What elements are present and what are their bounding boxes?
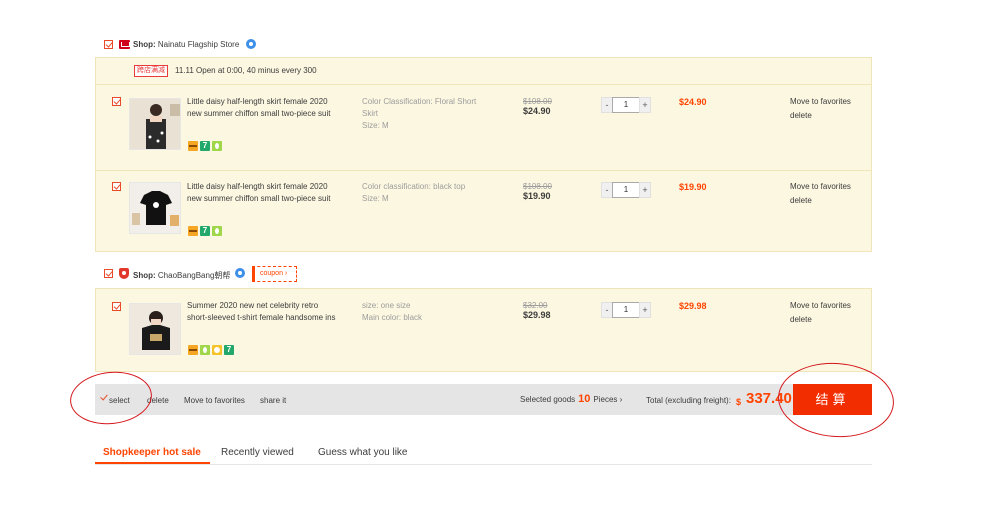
shop-name-text: Nainatu Flagship Store (157, 40, 240, 49)
shop-name-text: ChaoBangBang朝帮 (157, 271, 231, 280)
tab-recently-viewed[interactable]: Recently viewed (221, 447, 294, 458)
shop-prefix: Shop: (133, 40, 156, 49)
select-all-checkbox[interactable] (99, 393, 109, 403)
original-price: $108.00 (523, 182, 552, 191)
original-price: $108.00 (523, 97, 552, 106)
product-title[interactable]: Summer 2020 new net celebrity retro shor… (187, 300, 337, 324)
item-checkbox[interactable] (112, 302, 121, 311)
quantity-increase-button[interactable]: + (639, 182, 651, 198)
currency-symbol: $ (736, 397, 742, 407)
move-to-favorites-link[interactable]: Move to favorites (790, 182, 851, 191)
attr-size: Size: M (362, 121, 389, 130)
checkout-button[interactable]: 结算 (793, 384, 872, 415)
product-title[interactable]: Little daisy half-length skirt female 20… (187, 96, 337, 120)
promo-tag: 跨店满减 (134, 65, 168, 77)
tab-shopkeeper-hot-sale[interactable]: Shopkeeper hot sale (103, 447, 201, 458)
tab-divider (95, 464, 872, 465)
move-to-favorites-link[interactable]: Move to favorites (790, 97, 851, 106)
shop-prefix: Shop: (133, 271, 156, 280)
promo-row: 跨店满减 11.11 Open at 0:00, 40 minus every … (96, 58, 871, 85)
product-thumbnail[interactable] (129, 182, 181, 234)
shop-2-group: Summer 2020 new net celebrity retro shor… (95, 288, 872, 372)
unit-price: $24.90 (523, 106, 551, 116)
chat-icon[interactable] (235, 268, 245, 278)
attr-size: Size: M (362, 194, 389, 203)
share-link[interactable]: share it (260, 396, 286, 405)
product-thumbnail[interactable] (129, 98, 181, 150)
quantity-input[interactable]: 1 (612, 182, 640, 198)
tmall-shop-icon (119, 40, 130, 49)
item-subtotal: $19.90 (679, 182, 707, 192)
promo-text: 11.11 Open at 0:00, 40 minus every 300 (175, 66, 317, 75)
product-attributes: size: one size Main color: black (362, 300, 482, 324)
seven-day-icon: 7 (200, 226, 210, 236)
item-checkbox[interactable] (112, 97, 121, 106)
leaf-icon (200, 345, 210, 355)
delete-item-link[interactable]: delete (790, 315, 812, 324)
original-price: $32.00 (523, 301, 548, 310)
item-subtotal: $24.90 (679, 97, 707, 107)
shop-2-name[interactable]: Shop: ChaoBangBang朝帮 (133, 270, 230, 281)
selected-count: 10 (578, 393, 591, 405)
selected-goods-summary[interactable]: Selected goods 10 Pieces › (520, 393, 622, 405)
shop-2-checkbox[interactable] (104, 269, 113, 278)
total-amount: 337.40 (746, 390, 792, 407)
bulk-delete-link[interactable]: delete (147, 396, 169, 405)
cart-item: Little daisy half-length skirt female 20… (96, 86, 871, 169)
coupon-label: coupon (260, 270, 283, 277)
item-checkbox[interactable] (112, 182, 121, 191)
seven-day-icon: 7 (200, 141, 210, 151)
product-attributes: Color Classification: Floral Short Skirt… (362, 96, 482, 132)
quantity-input[interactable]: 1 (612, 97, 640, 113)
card-icon (188, 226, 198, 236)
move-to-favorites-link[interactable]: Move to favorites (790, 301, 851, 310)
unit-price: $29.98 (523, 310, 551, 320)
attr-color: Color Classification: Floral Short Skirt (362, 97, 477, 118)
attr-color: Main color: black (362, 313, 423, 322)
attr-color: Color classification: black top (362, 182, 466, 191)
shop-badge-icon (119, 268, 129, 279)
item-subtotal: $29.98 (679, 301, 707, 311)
sun-icon (212, 345, 222, 355)
product-thumbnail[interactable] (129, 303, 181, 355)
tab-guess-what-you-like[interactable]: Guess what you like (318, 447, 408, 458)
quantity-increase-button[interactable]: + (639, 97, 651, 113)
product-attributes: Color classification: black top Size: M (362, 181, 482, 205)
selected-prefix: Selected goods (520, 395, 576, 404)
card-icon (188, 345, 198, 355)
leaf-icon (212, 141, 222, 151)
shop-1-group: 跨店满减 11.11 Open at 0:00, 40 minus every … (95, 57, 872, 252)
delete-item-link[interactable]: delete (790, 196, 812, 205)
seven-day-icon: 7 (224, 345, 234, 355)
attr-size: size: one size (362, 301, 411, 310)
bulk-favorites-link[interactable]: Move to favorites (184, 396, 245, 405)
delete-item-link[interactable]: delete (790, 111, 812, 120)
quantity-increase-button[interactable]: + (639, 302, 651, 318)
selected-suffix: Pieces (593, 395, 618, 404)
card-icon (188, 141, 198, 151)
select-all-label[interactable]: select (109, 396, 130, 405)
shop-1-checkbox[interactable] (104, 40, 113, 49)
cart-item: Little daisy half-length skirt female 20… (96, 171, 871, 253)
product-title[interactable]: Little daisy half-length skirt female 20… (187, 181, 337, 205)
leaf-icon (212, 226, 222, 236)
checkout-bar: select delete Move to favorites share it… (95, 384, 872, 415)
cart-item: Summer 2020 new net celebrity retro shor… (96, 289, 871, 373)
shop-1-name[interactable]: Shop: Nainatu Flagship Store (133, 40, 239, 49)
chat-icon[interactable] (246, 39, 256, 49)
unit-price: $19.90 (523, 191, 551, 201)
coupon-button[interactable]: coupon › (252, 266, 297, 282)
total-label: Total (excluding freight): (646, 396, 731, 405)
quantity-input[interactable]: 1 (612, 302, 640, 318)
